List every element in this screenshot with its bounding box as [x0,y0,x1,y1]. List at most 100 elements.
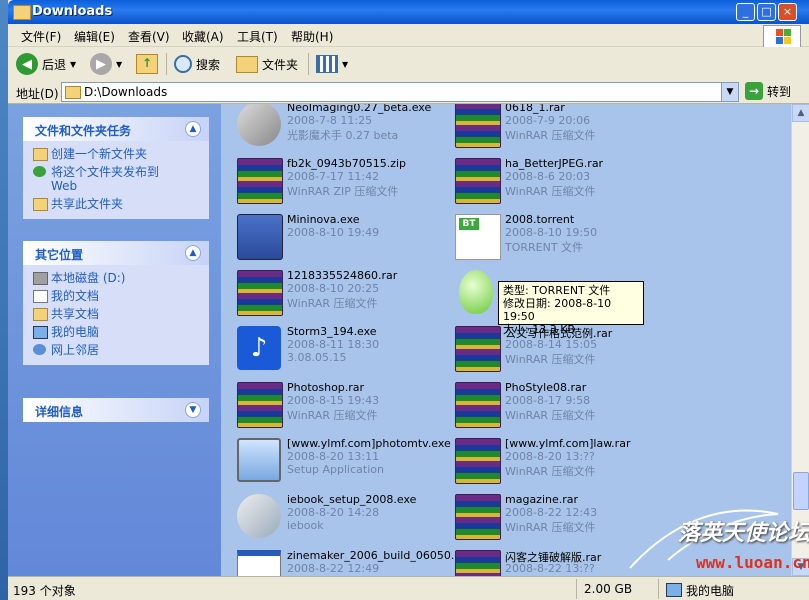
panel-title: 文件和文件夹任务 [35,124,132,138]
file-tasks-header[interactable]: 文件和文件夹任务 ▲ [23,117,209,141]
status-separator [576,579,577,599]
title-bar[interactable]: Downloads _ □ × [8,0,809,24]
details-panel: 详细信息 ▼ [23,398,209,422]
menu-edit[interactable]: 编辑(E) [74,28,115,45]
go-button[interactable]: → 转到 [745,82,791,100]
file-item[interactable]: PhoStyle08.rar 2008-8-17 9:58 WinRAR 压缩文… [455,380,665,434]
address-bar: 地址(D) D:\Downloads ▼ → 转到 [8,81,809,104]
menu-help[interactable]: 帮助(H) [291,28,333,45]
menu-file[interactable]: 文件(F) [21,28,61,45]
collapse-icon[interactable]: ▲ [185,121,201,137]
file-item[interactable]: [www.ylmf.com]law.rar 2008-8-20 13:?? Wi… [455,436,665,490]
panel-title: 详细信息 [35,405,84,419]
place-local-disk[interactable]: 本地磁盘 (D:) [23,269,209,287]
file-desc: 光影魔术手 0.27 beta [287,129,399,142]
file-date: 2008-8-22 12:43 [505,506,598,519]
vertical-scrollbar[interactable]: ▲ ▼ [791,104,809,576]
address-label: 地址(D) [16,87,59,101]
menu-view[interactable]: 查看(V) [128,28,170,45]
file-item[interactable]: 0618_1.rar 2008-7-9 20:06 WinRAR 压缩文件 [455,104,665,154]
place-label: 本地磁盘 (D:) [51,271,126,285]
place-network[interactable]: 网上邻居 [23,341,209,359]
file-name: 2008.torrent [505,213,575,226]
toolbar: ◀ 后退 ▼ ▶ ▼ ↑ 搜索 文件夹 ▼ [8,47,809,82]
address-dropdown[interactable]: ▼ [721,83,738,101]
file-date: 2008-7-8 11:25 [287,114,373,127]
file-item[interactable]: Mininova.exe 2008-8-10 19:49 [237,212,447,266]
views-button[interactable]: ▼ [316,52,348,76]
file-name: PhoStyle08.rar [505,381,587,394]
file-item[interactable]: fb2k_0943b70515.zip 2008-7-17 11:42 WinR… [237,156,447,210]
tooltip-type: 类型: TORRENT 文件 [503,284,611,297]
menu-bar: 文件(F) 编辑(E) 查看(V) 收藏(A) 工具(T) 帮助(H) [8,24,809,47]
file-item[interactable]: zinemaker_2006_build_06050... 2008-8-22 … [237,548,461,576]
winrar-icon [237,158,283,204]
file-desc: Setup Application [287,463,384,476]
forward-button[interactable]: ▶ ▼ [90,52,122,76]
scroll-up-arrow[interactable]: ▲ [792,104,809,122]
file-desc: iebook [287,519,324,532]
up-arrow-icon: ↑ [136,54,158,74]
place-label: 网上邻居 [51,343,100,357]
winrar-icon [455,550,501,576]
scroll-down-arrow[interactable]: ▼ [792,558,809,576]
file-name: fb2k_0943b70515.zip [287,157,407,170]
back-button[interactable]: ◀ 后退 ▼ [16,52,76,76]
collapse-icon[interactable]: ▲ [185,245,201,261]
file-name: ha_BetterJPEG.rar [505,157,604,170]
task-pane: 文件和文件夹任务 ▲ 创建一个新文件夹 将这个文件夹发布到 Web 共享此文件夹 [8,104,221,576]
file-desc: WinRAR 压缩文件 [287,297,378,310]
folder-icon [65,86,81,99]
maximize-button[interactable]: □ [757,3,776,21]
file-item[interactable]: magazine.rar 2008-8-22 12:43 WinRAR 压缩文件 [455,492,665,546]
address-input[interactable]: D:\Downloads ▼ [61,82,739,102]
file-item[interactable]: [www.ylmf.com]photomtv.exe 2008-8-20 13:… [237,436,451,490]
minimize-button[interactable]: _ [736,3,755,21]
file-item[interactable]: BT 2008.torrent 2008-8-10 19:50 TORRENT … [455,212,665,266]
folders-button[interactable]: 文件夹 [236,52,298,76]
task-new-folder[interactable]: 创建一个新文件夹 [23,145,209,163]
other-places-header[interactable]: 其它位置 ▲ [23,241,209,265]
views-icon [316,55,338,73]
task-publish-web[interactable]: 将这个文件夹发布到 Web [23,163,209,195]
place-my-documents[interactable]: 我的文档 [23,287,209,305]
other-places-panel: 其它位置 ▲ 本地磁盘 (D:) 我的文档 共享文档 我的电脑 网上邻居 [23,241,209,365]
chevron-down-icon: ▼ [116,59,123,69]
search-button[interactable]: 搜索 [174,52,220,76]
documents-icon [33,290,48,303]
file-item[interactable]: iebook_setup_2008.exe 2008-8-20 14:28 ie… [237,492,447,546]
window-title: Downloads [32,4,113,19]
close-button[interactable]: × [778,3,797,21]
place-shared-documents[interactable]: 共享文档 [23,305,209,323]
file-item[interactable]: NeoImaging0.27_beta.exe 2008-7-8 11:25 光… [237,104,447,154]
file-name: 0618_1.rar [505,104,565,114]
tooltip-modified: 修改日期: 2008-8-10 19:50 [503,297,612,323]
search-label: 搜索 [196,57,221,72]
toolbar-separator [166,53,167,75]
up-folder-button[interactable]: ↑ [136,52,158,76]
file-name: NeoImaging0.27_beta.exe [287,104,432,114]
file-item[interactable]: Photoshop.rar 2008-8-15 19:43 WinRAR 压缩文… [237,380,447,434]
file-item[interactable]: ha_BetterJPEG.rar 2008-8-6 20:03 WinRAR … [455,156,665,210]
scroll-thumb[interactable] [793,472,809,510]
details-header[interactable]: 详细信息 ▼ [23,398,209,422]
file-name: magazine.rar [505,493,579,506]
task-share-folder[interactable]: 共享此文件夹 [23,195,209,213]
place-label: 我的文档 [51,289,100,303]
file-item[interactable]: 闪客之锤破解版.rar 2008-8-22 13:?? [455,548,665,576]
menu-favorites[interactable]: 收藏(A) [182,28,224,45]
back-label: 后退 [42,57,67,72]
file-name: iebook_setup_2008.exe [287,493,417,506]
menu-tools[interactable]: 工具(T) [237,28,278,45]
file-name: zinemaker_2006_build_06050... [287,549,462,562]
place-my-computer[interactable]: 我的电脑 [23,323,209,341]
file-desc: WinRAR 压缩文件 [505,185,596,198]
file-desc: WinRAR 压缩文件 [287,409,378,422]
setup-cd-icon [237,104,281,146]
file-item[interactable]: 1218335524860.rar 2008-8-10 20:25 WinRAR… [237,268,447,322]
bittorrent-icon: BT [455,214,501,260]
file-item[interactable]: ♪ Storm3_194.exe 2008-8-11 18:30 3.08.05… [237,324,447,378]
file-list: NeoImaging0.27_beta.exe 2008-7-8 11:25 光… [221,104,791,576]
expand-icon[interactable]: ▼ [185,402,201,418]
folder-icon [236,55,258,73]
